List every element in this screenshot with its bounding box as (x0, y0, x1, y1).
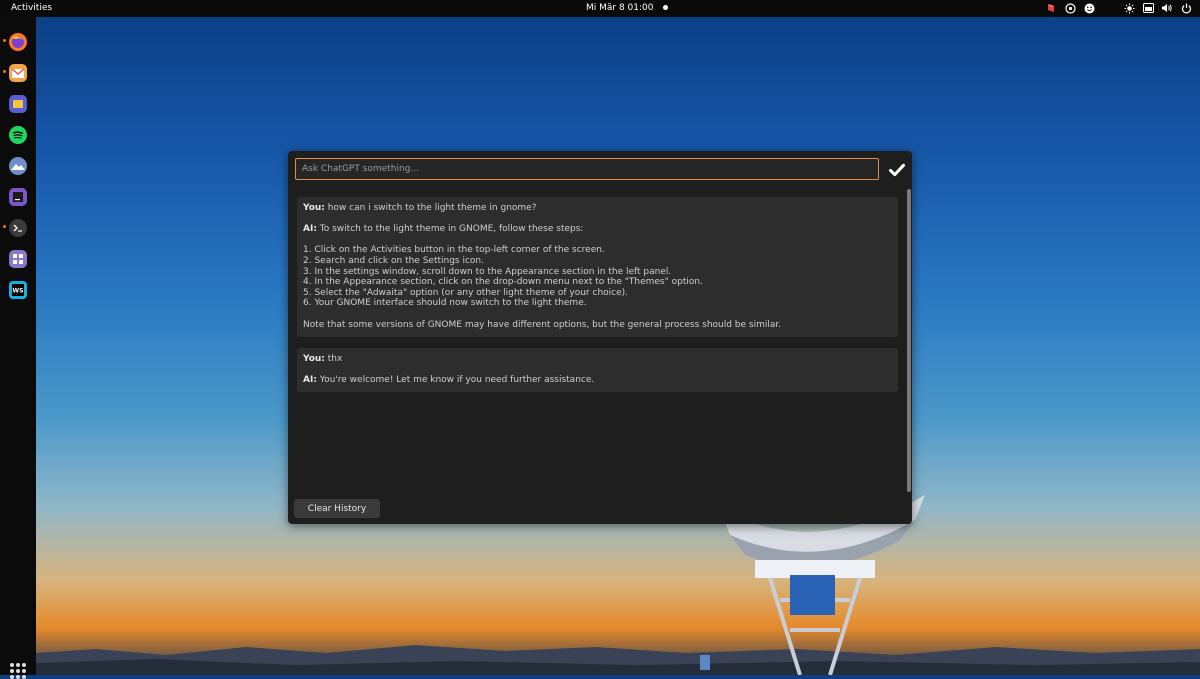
running-indicator (3, 225, 6, 228)
show-apps-icon[interactable] (10, 663, 26, 679)
image-viewer-icon[interactable] (8, 156, 28, 176)
webstorm-icon[interactable]: WS (8, 280, 28, 300)
ai-label: AI: (303, 375, 317, 386)
ai-message-line: Note that some versions of GNOME may hav… (303, 319, 782, 330)
screen-icon[interactable] (1142, 2, 1154, 14)
terminal-icon[interactable] (8, 218, 28, 238)
user-message-text: thx (324, 354, 343, 364)
ai-message-line: 2. Search and click on the Settings icon… (303, 255, 484, 266)
ai-message-line: 4. In the Appearance section, click on t… (303, 277, 703, 288)
you-label: You: (303, 354, 325, 364)
volume-icon[interactable] (1161, 2, 1173, 14)
ask-input[interactable] (295, 158, 879, 180)
mail-icon[interactable] (8, 63, 28, 83)
send-checkmark-icon[interactable] (888, 161, 906, 179)
power-icon[interactable] (1180, 2, 1192, 14)
firefox-icon[interactable] (8, 32, 28, 52)
accessibility-icon[interactable] (1064, 2, 1076, 14)
dock: WS (0, 17, 36, 679)
running-indicator (3, 39, 6, 42)
svg-text:WS: WS (13, 288, 24, 295)
top-bar: Activities Mi Mär 8 01:00 (0, 0, 1200, 17)
brightness-icon[interactable] (1123, 2, 1135, 14)
chatgpt-popup: You: how can i switch to the light theme… (288, 151, 912, 524)
ai-message-text: To switch to the light theme in GNOME, f… (316, 224, 584, 235)
running-indicator (3, 70, 6, 73)
mountains-silhouette (36, 645, 1200, 675)
scrollbar[interactable] (907, 189, 911, 492)
system-tray (1045, 2, 1192, 14)
files-icon[interactable] (8, 94, 28, 114)
ai-message-line: 6. Your GNOME interface should now switc… (303, 298, 587, 309)
ai-label: AI: (303, 224, 317, 235)
ai-message-line: 3. In the settings window, scroll down t… (303, 266, 672, 277)
spotify-icon[interactable] (8, 125, 28, 145)
message-card: You: how can i switch to the light theme… (297, 197, 898, 337)
message-card: You: thx AI: You're welcome! Let me know… (297, 348, 898, 392)
ai-message-text: You're welcome! Let me know if you need … (316, 375, 595, 386)
ai-message-line: 1. Click on the Activities button in the… (303, 245, 605, 256)
emoji-icon[interactable] (1083, 2, 1095, 14)
app-indicator-icon[interactable] (1045, 2, 1057, 14)
clock[interactable]: Mi Mär 8 01:00 (586, 3, 654, 13)
tweaks-icon[interactable] (8, 249, 28, 269)
ai-message-line: 5. Select the "Adwaita" option (or any o… (303, 287, 629, 298)
you-label: You: (303, 203, 325, 213)
notification-dot-icon (663, 5, 668, 10)
clear-history-button[interactable]: Clear History (294, 499, 380, 518)
user-message-text: how can i switch to the light theme in g… (324, 203, 537, 213)
ide-icon[interactable] (8, 187, 28, 207)
activities-button[interactable]: Activities (11, 3, 52, 13)
